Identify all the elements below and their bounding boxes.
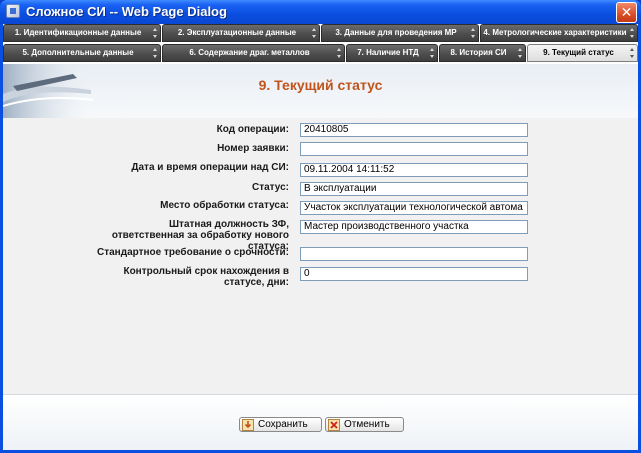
request-number-label: Номер заявки:	[217, 143, 289, 154]
section-header: 9. Текущий статус	[3, 64, 638, 119]
tab-identification[interactable]: 1. Идентификационные данные	[3, 24, 161, 42]
title-bar[interactable]: Сложное СИ -- Web Page Dialog ✕	[0, 0, 641, 24]
operation-datetime-label: Дата и время операции над СИ:	[131, 162, 289, 173]
close-button[interactable]: ✕	[616, 2, 637, 23]
status-label: Статус:	[251, 182, 289, 193]
tab-additional[interactable]: 5. Дополнительные данные	[3, 44, 161, 62]
operation-code-input[interactable]: 20410805	[300, 123, 528, 137]
button-bar: Сохранить Отменить	[3, 394, 638, 450]
tab-scroll-icon	[630, 28, 635, 38]
tab-label: 4. Метрологические характеристики	[483, 28, 627, 37]
page-title: 9. Текущий статус	[258, 77, 383, 93]
tab-label: 2. Эксплуатационные данные	[177, 28, 297, 37]
save-button-label: Сохранить	[258, 419, 308, 430]
tab-scroll-icon	[630, 48, 635, 58]
tab-metrological[interactable]: 4. Метрологические характеристики	[480, 24, 638, 42]
dialog-window: Сложное СИ -- Web Page Dialog ✕ 1. Идент…	[0, 0, 641, 453]
status-input[interactable]: В эксплуатации	[300, 182, 528, 196]
save-button[interactable]: Сохранить	[239, 417, 322, 432]
status-form: Код операции: 20410805 Номер заявки: Дат…	[3, 118, 638, 394]
tab-history[interactable]: 8. История СИ	[439, 44, 526, 62]
tab-scroll-icon	[430, 48, 435, 58]
tab-current-status[interactable]: 9. Текущий статус	[527, 44, 638, 62]
cancel-button[interactable]: Отменить	[325, 417, 404, 432]
control-period-input[interactable]: 0	[300, 267, 528, 281]
request-number-input[interactable]	[300, 142, 528, 156]
save-icon	[242, 418, 254, 431]
tab-scroll-icon	[153, 28, 158, 38]
tab-precious-metals[interactable]: 6. Содержание драг. металлов	[162, 44, 345, 62]
window-title: Сложное СИ -- Web Page Dialog	[26, 4, 227, 19]
tab-label: 3. Данные для проведения МР	[335, 28, 457, 37]
app-icon	[6, 4, 20, 18]
tab-scroll-icon	[153, 48, 158, 58]
tab-label: 9. Текущий статус	[543, 48, 614, 57]
tab-scroll-icon	[518, 48, 523, 58]
operation-code-label: Код операции:	[216, 124, 289, 135]
tab-scroll-icon	[337, 48, 342, 58]
tab-operation[interactable]: 2. Эксплуатационные данные	[162, 24, 320, 42]
tab-mr-data[interactable]: 3. Данные для проведения МР	[321, 24, 479, 42]
cancel-button-label: Отменить	[344, 419, 390, 430]
status-location-input[interactable]: Участок эксплуатации технологической авт…	[300, 201, 528, 215]
responsible-position-input[interactable]: Мастер производственного участка	[300, 220, 528, 234]
urgency-requirement-label: Стандартное требование о срочности:	[97, 247, 289, 258]
tab-scroll-icon	[312, 28, 317, 38]
operation-datetime-input[interactable]: 09.11.2004 14:11:52	[300, 163, 528, 177]
urgency-requirement-input[interactable]	[300, 247, 528, 261]
dialog-content: 1. Идентификационные данные 2. Эксплуата…	[3, 24, 638, 450]
tab-label: 8. История СИ	[450, 48, 507, 57]
status-location-label: Место обработки статуса:	[160, 200, 289, 211]
tab-label: 5. Дополнительные данные	[22, 48, 134, 57]
tab-strip: 1. Идентификационные данные 2. Эксплуата…	[3, 24, 638, 64]
tab-ntd[interactable]: 7. Наличие НТД	[346, 44, 438, 62]
tab-scroll-icon	[471, 28, 476, 38]
tab-label: 7. Наличие НТД	[357, 48, 419, 57]
tab-label: 6. Содержание драг. металлов	[189, 48, 310, 57]
tab-label: 1. Идентификационные данные	[14, 28, 142, 37]
control-period-label: Контрольный срок нахождения в статусе, д…	[123, 266, 289, 288]
cancel-icon	[328, 418, 340, 431]
